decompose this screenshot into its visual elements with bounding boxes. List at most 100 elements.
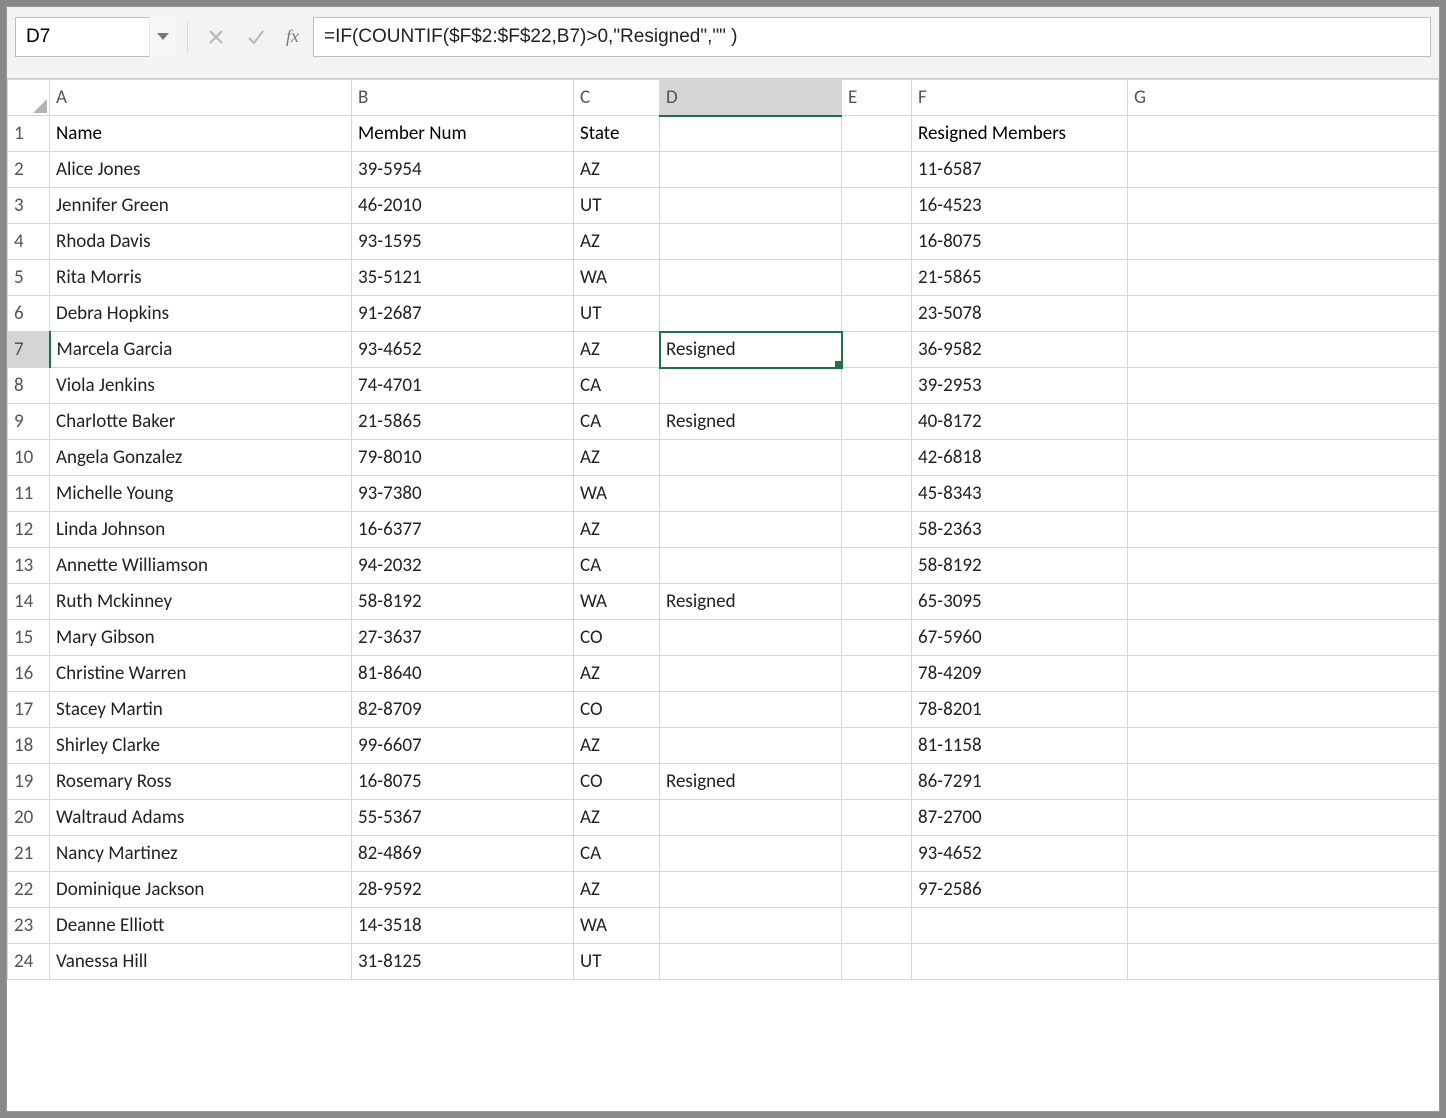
- cell-C23[interactable]: WA: [574, 908, 660, 944]
- cell-F3[interactable]: 16-4523: [912, 188, 1128, 224]
- cell-E11[interactable]: [842, 476, 912, 512]
- cell-B24[interactable]: 31-8125: [352, 944, 574, 980]
- cell-F11[interactable]: 45-8343: [912, 476, 1128, 512]
- cell-E20[interactable]: [842, 800, 912, 836]
- worksheet[interactable]: A B C D E F G 1NameMember NumStateResign…: [7, 79, 1439, 980]
- cell-G23[interactable]: [1128, 908, 1439, 944]
- cell-A1[interactable]: Name: [50, 116, 352, 152]
- row-header-2[interactable]: 2: [8, 152, 50, 188]
- cell-C17[interactable]: CO: [574, 692, 660, 728]
- cell-D16[interactable]: [660, 656, 842, 692]
- cell-F13[interactable]: 58-8192: [912, 548, 1128, 584]
- cell-B8[interactable]: 74-4701: [352, 368, 574, 404]
- cell-E24[interactable]: [842, 944, 912, 980]
- cell-A24[interactable]: Vanessa Hill: [50, 944, 352, 980]
- row-header-13[interactable]: 13: [8, 548, 50, 584]
- cell-E23[interactable]: [842, 908, 912, 944]
- row-header-8[interactable]: 8: [8, 368, 50, 404]
- cell-F17[interactable]: 78-8201: [912, 692, 1128, 728]
- cell-C8[interactable]: CA: [574, 368, 660, 404]
- cell-G12[interactable]: [1128, 512, 1439, 548]
- cell-F1[interactable]: Resigned Members: [912, 116, 1128, 152]
- row-header-12[interactable]: 12: [8, 512, 50, 548]
- cell-G17[interactable]: [1128, 692, 1439, 728]
- cell-A3[interactable]: Jennifer Green: [50, 188, 352, 224]
- cell-E10[interactable]: [842, 440, 912, 476]
- row-header-22[interactable]: 22: [8, 872, 50, 908]
- row-header-14[interactable]: 14: [8, 584, 50, 620]
- row-header-24[interactable]: 24: [8, 944, 50, 980]
- cell-G18[interactable]: [1128, 728, 1439, 764]
- cell-F9[interactable]: 40-8172: [912, 404, 1128, 440]
- cell-D14[interactable]: Resigned: [660, 584, 842, 620]
- cell-E6[interactable]: [842, 296, 912, 332]
- cell-B16[interactable]: 81-8640: [352, 656, 574, 692]
- cell-A18[interactable]: Shirley Clarke: [50, 728, 352, 764]
- cell-B6[interactable]: 91-2687: [352, 296, 574, 332]
- cell-G15[interactable]: [1128, 620, 1439, 656]
- cell-E8[interactable]: [842, 368, 912, 404]
- cell-D9[interactable]: Resigned: [660, 404, 842, 440]
- cell-D19[interactable]: Resigned: [660, 764, 842, 800]
- select-all-corner[interactable]: [8, 80, 50, 116]
- col-header-F[interactable]: F: [912, 80, 1128, 116]
- cell-D17[interactable]: [660, 692, 842, 728]
- cell-E5[interactable]: [842, 260, 912, 296]
- cell-G16[interactable]: [1128, 656, 1439, 692]
- formula-input[interactable]: [313, 17, 1431, 57]
- cell-B12[interactable]: 16-6377: [352, 512, 574, 548]
- row-header-19[interactable]: 19: [8, 764, 50, 800]
- cell-E9[interactable]: [842, 404, 912, 440]
- cell-C19[interactable]: CO: [574, 764, 660, 800]
- cell-E21[interactable]: [842, 836, 912, 872]
- cell-B22[interactable]: 28-9592: [352, 872, 574, 908]
- cell-G21[interactable]: [1128, 836, 1439, 872]
- cell-G6[interactable]: [1128, 296, 1439, 332]
- cell-B7[interactable]: 93-4652: [352, 332, 574, 368]
- cell-F14[interactable]: 65-3095: [912, 584, 1128, 620]
- row-header-1[interactable]: 1: [8, 116, 50, 152]
- cell-F22[interactable]: 97-2586: [912, 872, 1128, 908]
- cell-G20[interactable]: [1128, 800, 1439, 836]
- col-header-C[interactable]: C: [574, 80, 660, 116]
- cell-D10[interactable]: [660, 440, 842, 476]
- row-header-21[interactable]: 21: [8, 836, 50, 872]
- cell-G13[interactable]: [1128, 548, 1439, 584]
- row-header-16[interactable]: 16: [8, 656, 50, 692]
- cell-E13[interactable]: [842, 548, 912, 584]
- row-header-4[interactable]: 4: [8, 224, 50, 260]
- cell-B10[interactable]: 79-8010: [352, 440, 574, 476]
- cell-A22[interactable]: Dominique Jackson: [50, 872, 352, 908]
- cell-B2[interactable]: 39-5954: [352, 152, 574, 188]
- cancel-button[interactable]: [200, 21, 232, 53]
- cell-B1[interactable]: Member Num: [352, 116, 574, 152]
- cell-E18[interactable]: [842, 728, 912, 764]
- cell-B13[interactable]: 94-2032: [352, 548, 574, 584]
- cell-D22[interactable]: [660, 872, 842, 908]
- cell-C12[interactable]: AZ: [574, 512, 660, 548]
- cell-A9[interactable]: Charlotte Baker: [50, 404, 352, 440]
- cell-F6[interactable]: 23-5078: [912, 296, 1128, 332]
- cell-G2[interactable]: [1128, 152, 1439, 188]
- cell-E15[interactable]: [842, 620, 912, 656]
- cell-D23[interactable]: [660, 908, 842, 944]
- cell-D4[interactable]: [660, 224, 842, 260]
- cell-B18[interactable]: 99-6607: [352, 728, 574, 764]
- cell-F5[interactable]: 21-5865: [912, 260, 1128, 296]
- cell-D3[interactable]: [660, 188, 842, 224]
- cell-C10[interactable]: AZ: [574, 440, 660, 476]
- cell-D6[interactable]: [660, 296, 842, 332]
- row-header-6[interactable]: 6: [8, 296, 50, 332]
- cell-B19[interactable]: 16-8075: [352, 764, 574, 800]
- cell-F18[interactable]: 81-1158: [912, 728, 1128, 764]
- cell-A16[interactable]: Christine Warren: [50, 656, 352, 692]
- cell-G4[interactable]: [1128, 224, 1439, 260]
- cell-C6[interactable]: UT: [574, 296, 660, 332]
- cell-F23[interactable]: [912, 908, 1128, 944]
- enter-button[interactable]: [240, 21, 272, 53]
- cell-E16[interactable]: [842, 656, 912, 692]
- cell-F21[interactable]: 93-4652: [912, 836, 1128, 872]
- row-header-15[interactable]: 15: [8, 620, 50, 656]
- cell-E17[interactable]: [842, 692, 912, 728]
- cell-F2[interactable]: 11-6587: [912, 152, 1128, 188]
